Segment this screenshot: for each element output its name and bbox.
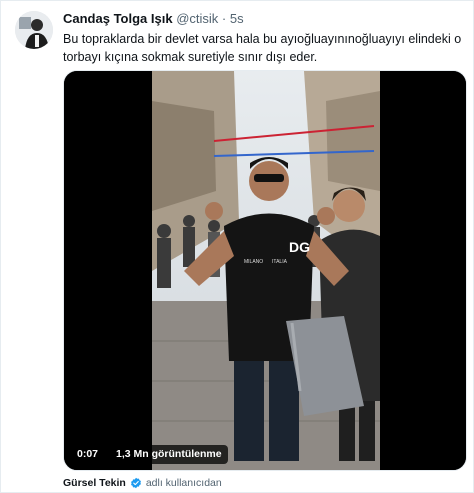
attribution-note: adlı kullanıcıdan (145, 477, 222, 489)
tweet-timestamp[interactable]: 5s (230, 11, 244, 26)
avatar[interactable] (15, 11, 53, 49)
verified-badge-icon (130, 477, 141, 489)
separator: · (221, 11, 227, 26)
video-frame (64, 71, 466, 470)
tweet-card: Candaş Tolga Işık @ctisik · 5s Bu toprak… (0, 0, 474, 493)
avatar-image (15, 11, 53, 49)
attribution-name[interactable]: Gürsel Tekin (63, 477, 126, 489)
author-handle[interactable]: @ctisik (176, 11, 218, 26)
video-duration: 0:07 (71, 444, 105, 464)
video-overlay: 0:07 1,3 Mn görüntülenme (71, 444, 228, 464)
video-player[interactable]: DG MILANO ITALIA (63, 70, 467, 471)
view-count: 1,3 Mn görüntülenme (110, 444, 228, 464)
attribution: Gürsel Tekin adlı kullanıcıdan (63, 477, 222, 489)
author-name[interactable]: Candaş Tolga Işık (63, 11, 173, 26)
tweet-text: Bu topraklarda bir devlet varsa hala bu … (63, 32, 462, 64)
tweet-header: Candaş Tolga Işık @ctisik · 5s (63, 11, 244, 26)
